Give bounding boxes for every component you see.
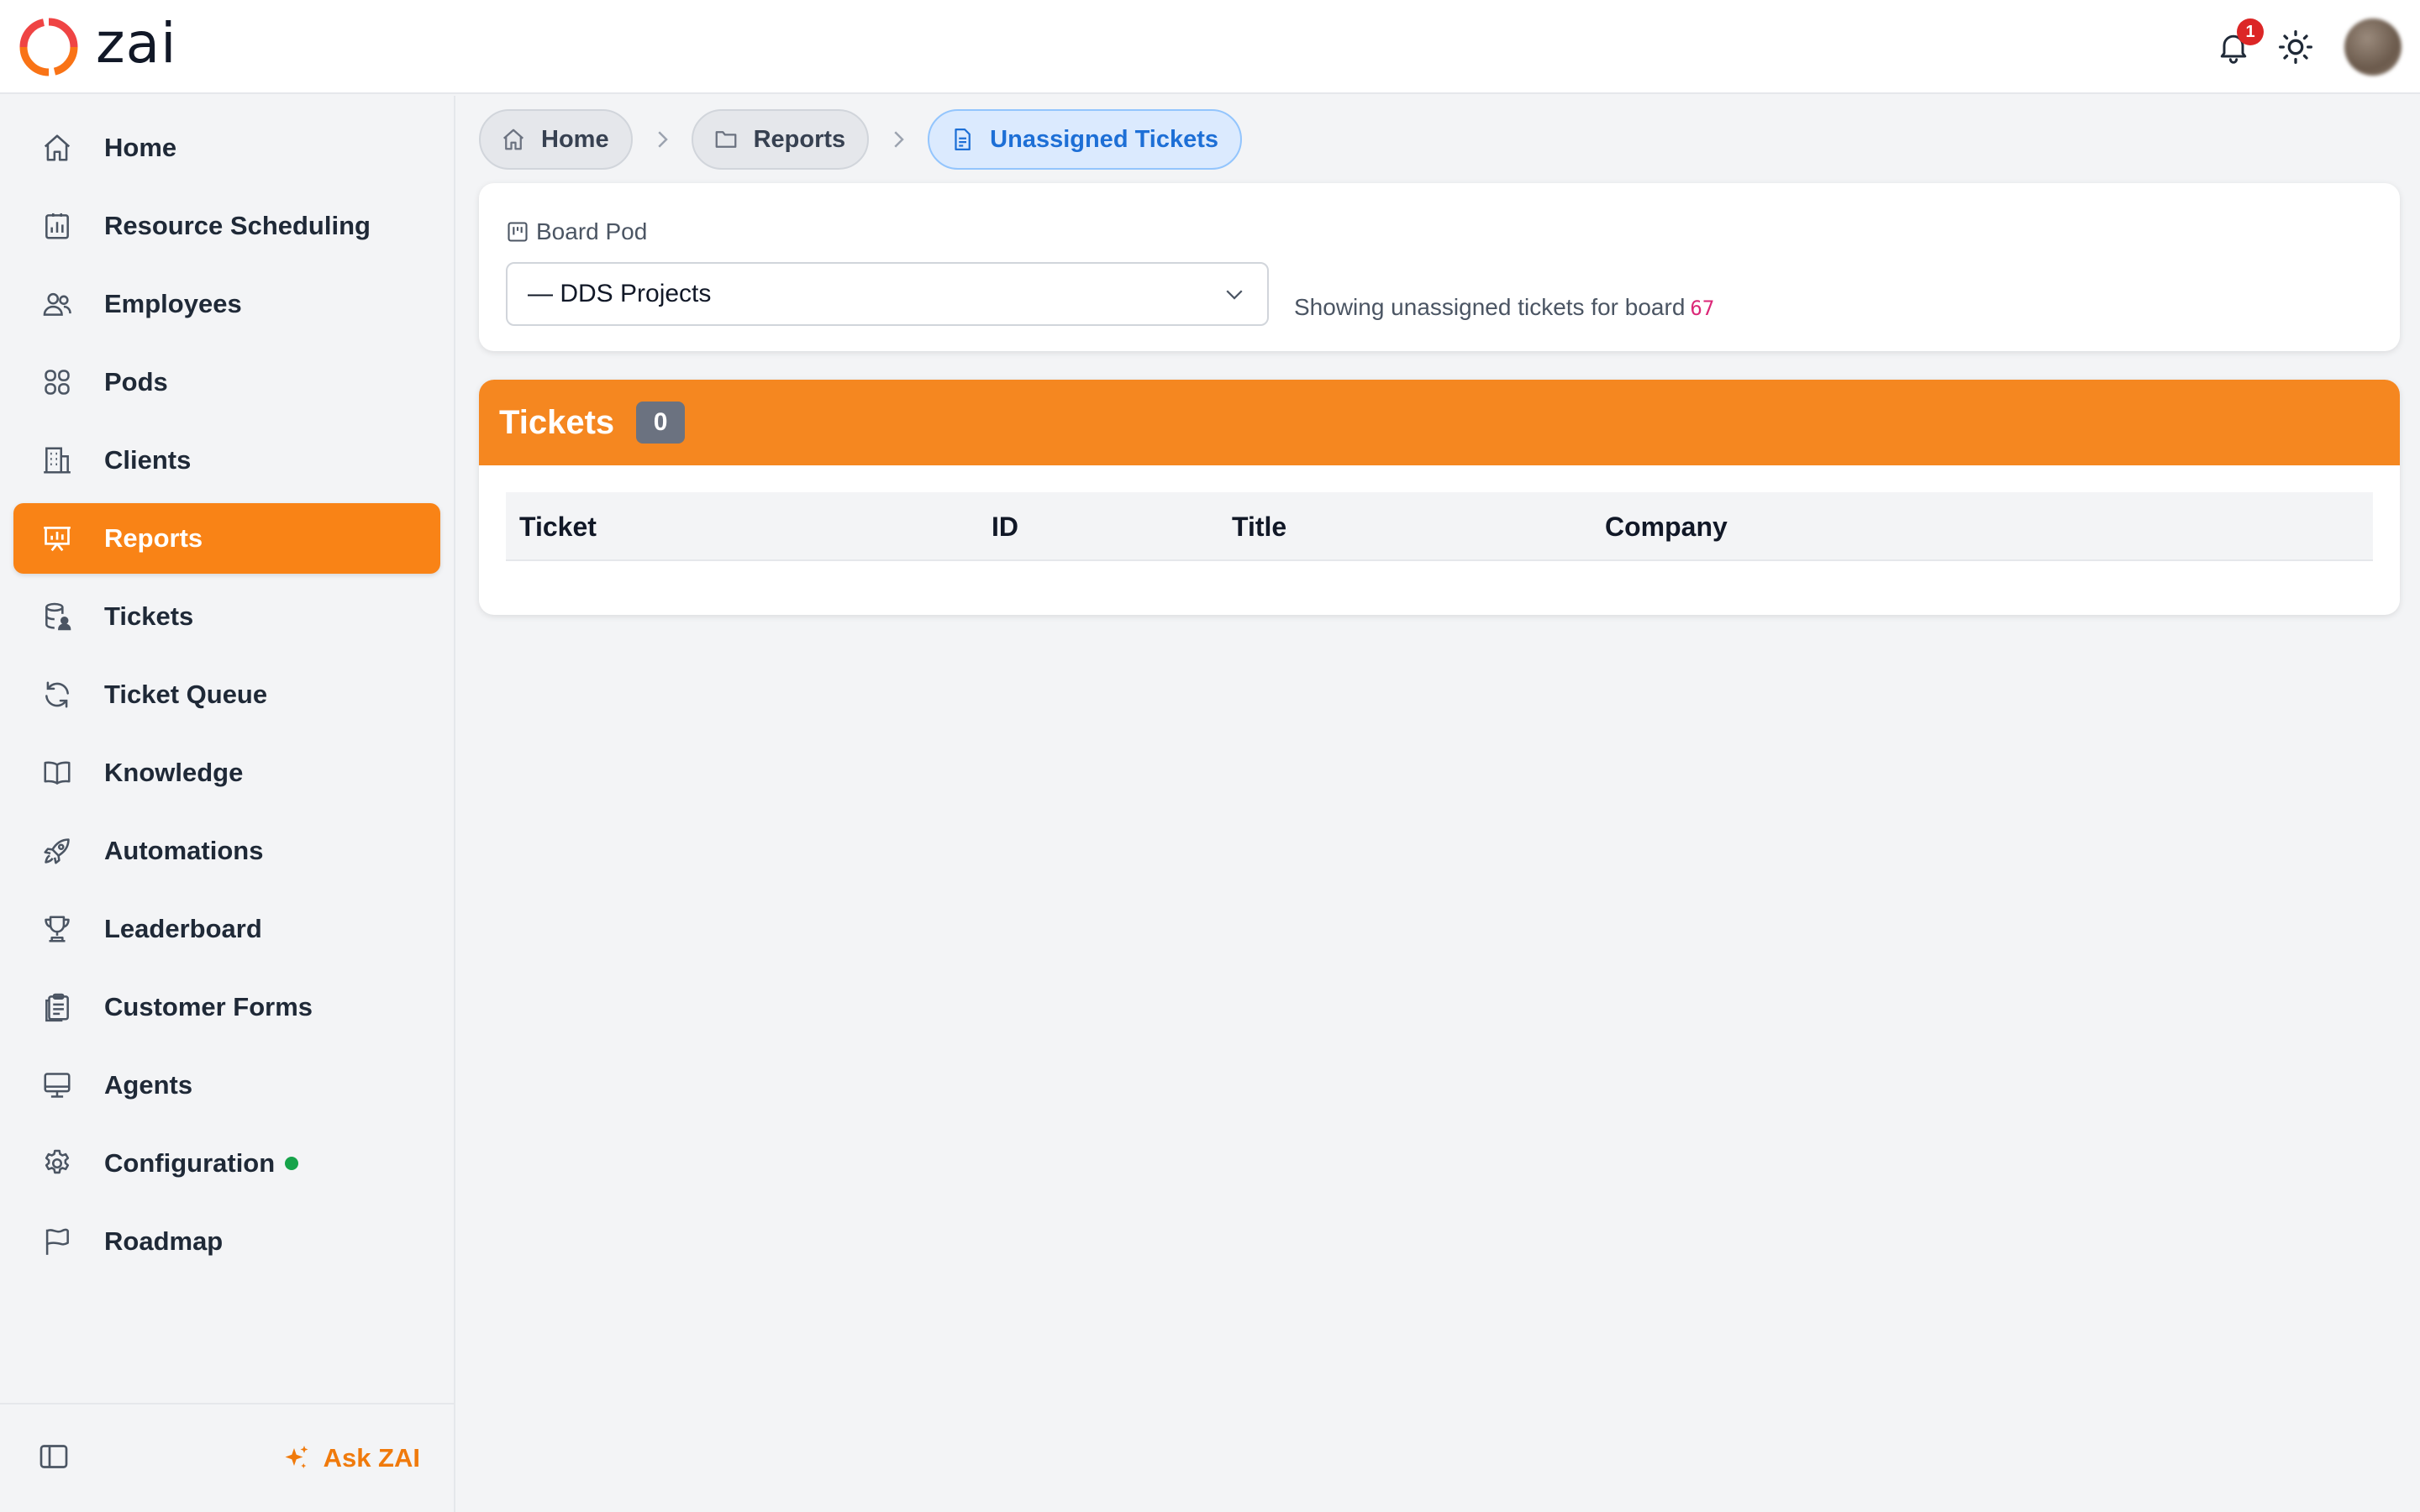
sidebar-item-label: Employees	[104, 289, 242, 318]
sidebar-footer: Ask ZAI	[0, 1403, 454, 1512]
sidebar-item-label: Automations	[104, 836, 264, 865]
sidebar-item-label: Tickets	[104, 601, 194, 631]
refresh-icon	[40, 678, 74, 711]
app-name: zai	[96, 11, 177, 76]
sidebar-item-label: Reports	[104, 523, 203, 553]
tickets-card: Tickets 0 Ticket ID Title Company	[479, 380, 2400, 615]
ask-zai-label: Ask ZAI	[323, 1443, 420, 1473]
sidebar-item-configuration[interactable]: Configuration	[13, 1128, 440, 1199]
sidebar-item-employees[interactable]: Employees	[13, 269, 440, 339]
filter-card: Board Pod — DDS Projects Showing unassig…	[479, 183, 2400, 351]
flag-icon	[40, 1225, 74, 1258]
sidebar-item-knowledge[interactable]: Knowledge	[13, 738, 440, 808]
sidebar-item-home[interactable]: Home	[13, 113, 440, 183]
user-avatar[interactable]	[2344, 18, 2402, 76]
database-user-icon	[40, 600, 74, 633]
chart-icon	[40, 209, 74, 243]
sidebar-item-resource-scheduling[interactable]: Resource Scheduling	[13, 191, 440, 261]
breadcrumb-label: Home	[541, 125, 609, 153]
sidebar-item-clients[interactable]: Clients	[13, 425, 440, 496]
sidebar-nav: Home Resource Scheduling Employees Pods …	[0, 96, 454, 1277]
showing-text: Showing unassigned tickets for board 67	[1294, 294, 1714, 321]
sidebar-item-automations[interactable]: Automations	[13, 816, 440, 886]
board-pod-label: Board Pod	[506, 218, 647, 245]
folder-icon	[715, 131, 736, 148]
sidebar-item-label: Ticket Queue	[104, 680, 268, 709]
breadcrumb-unassigned-tickets[interactable]: Unassigned Tickets	[928, 109, 1243, 170]
sidebar-toggle-icon	[39, 1444, 68, 1468]
sparkles-icon	[285, 1446, 308, 1468]
showing-text-label: Showing unassigned tickets for board	[1294, 294, 1686, 320]
trophy-icon	[40, 912, 74, 946]
sidebar-item-label: Clients	[104, 445, 192, 475]
chevron-right-icon	[657, 131, 668, 148]
breadcrumb-label: Reports	[753, 125, 846, 153]
sidebar-item-label: Agents	[104, 1070, 193, 1100]
sidebar-item-leaderboard[interactable]: Leaderboard	[13, 894, 440, 964]
status-dot	[285, 1157, 299, 1170]
grid-icon	[40, 365, 74, 399]
column-header-company[interactable]: Company	[1605, 492, 1728, 561]
home-icon	[40, 131, 74, 165]
clipboard-icon	[40, 990, 74, 1024]
sidebar-item-label: Pods	[104, 367, 168, 396]
app-logo[interactable]: zai	[18, 11, 177, 77]
board-pod-label-text: Board Pod	[536, 218, 648, 244]
table-header-row: Ticket ID Title Company	[506, 492, 2373, 561]
kanban-icon	[508, 222, 528, 242]
sidebar-item-label: Resource Scheduling	[104, 211, 371, 240]
sidebar-item-ticket-queue[interactable]: Ticket Queue	[13, 659, 440, 730]
rocket-icon	[40, 834, 74, 868]
sidebar-item-reports[interactable]: Reports	[13, 503, 440, 574]
notifications-button[interactable]: 1	[2210, 18, 2264, 71]
sidebar-item-label: Leaderboard	[104, 914, 262, 943]
breadcrumb-label: Unassigned Tickets	[990, 125, 1219, 153]
sidebar-item-label: Knowledge	[104, 758, 244, 787]
column-header-title[interactable]: Title	[1232, 492, 1286, 561]
sidebar-item-pods[interactable]: Pods	[13, 347, 440, 417]
chevron-right-icon	[894, 131, 904, 148]
breadcrumb: Home Reports Unassigned Tickets	[479, 109, 1243, 170]
ask-zai-button[interactable]: Ask ZAI	[281, 1443, 420, 1473]
sidebar-item-label: Home	[104, 133, 177, 162]
board-pod-select[interactable]: — DDS Projects	[506, 262, 1269, 326]
sidebar: Home Resource Scheduling Employees Pods …	[0, 96, 455, 1512]
gear-icon	[40, 1147, 74, 1180]
column-header-ticket[interactable]: Ticket	[519, 492, 597, 561]
sidebar-item-label: Configuration	[104, 1148, 276, 1178]
document-icon	[955, 129, 971, 150]
column-header-id[interactable]: ID	[992, 492, 1018, 561]
board-pod-selected-value: — DDS Projects	[528, 280, 712, 307]
monitor-icon	[40, 1068, 74, 1102]
breadcrumb-reports[interactable]: Reports	[691, 109, 870, 170]
sidebar-item-roadmap[interactable]: Roadmap	[13, 1206, 440, 1277]
sidebar-toggle-button[interactable]	[37, 1440, 71, 1478]
building-icon	[40, 444, 74, 477]
users-icon	[40, 287, 74, 321]
book-icon	[40, 756, 74, 790]
sidebar-item-customer-forms[interactable]: Customer Forms	[13, 972, 440, 1042]
tickets-header: Tickets 0	[479, 380, 2400, 465]
sun-icon	[2279, 30, 2312, 64]
tickets-title: Tickets	[499, 403, 615, 441]
sidebar-item-label: Roadmap	[104, 1226, 224, 1256]
top-header: zai 1	[0, 0, 2420, 94]
theme-toggle[interactable]	[2272, 24, 2319, 71]
logo-ring-icon	[19, 18, 78, 76]
tickets-count-badge: 0	[636, 402, 686, 444]
tickets-table: Ticket ID Title Company	[506, 492, 2373, 561]
sidebar-item-agents[interactable]: Agents	[13, 1050, 440, 1121]
home-icon	[503, 129, 523, 150]
sidebar-item-tickets[interactable]: Tickets	[13, 581, 440, 652]
presentation-icon	[40, 522, 74, 555]
breadcrumb-home[interactable]: Home	[479, 109, 633, 170]
notification-badge: 1	[2237, 18, 2264, 45]
chevron-down-icon	[1226, 290, 1243, 300]
board-id: 67	[1690, 297, 1715, 320]
sidebar-item-label: Customer Forms	[104, 992, 313, 1021]
